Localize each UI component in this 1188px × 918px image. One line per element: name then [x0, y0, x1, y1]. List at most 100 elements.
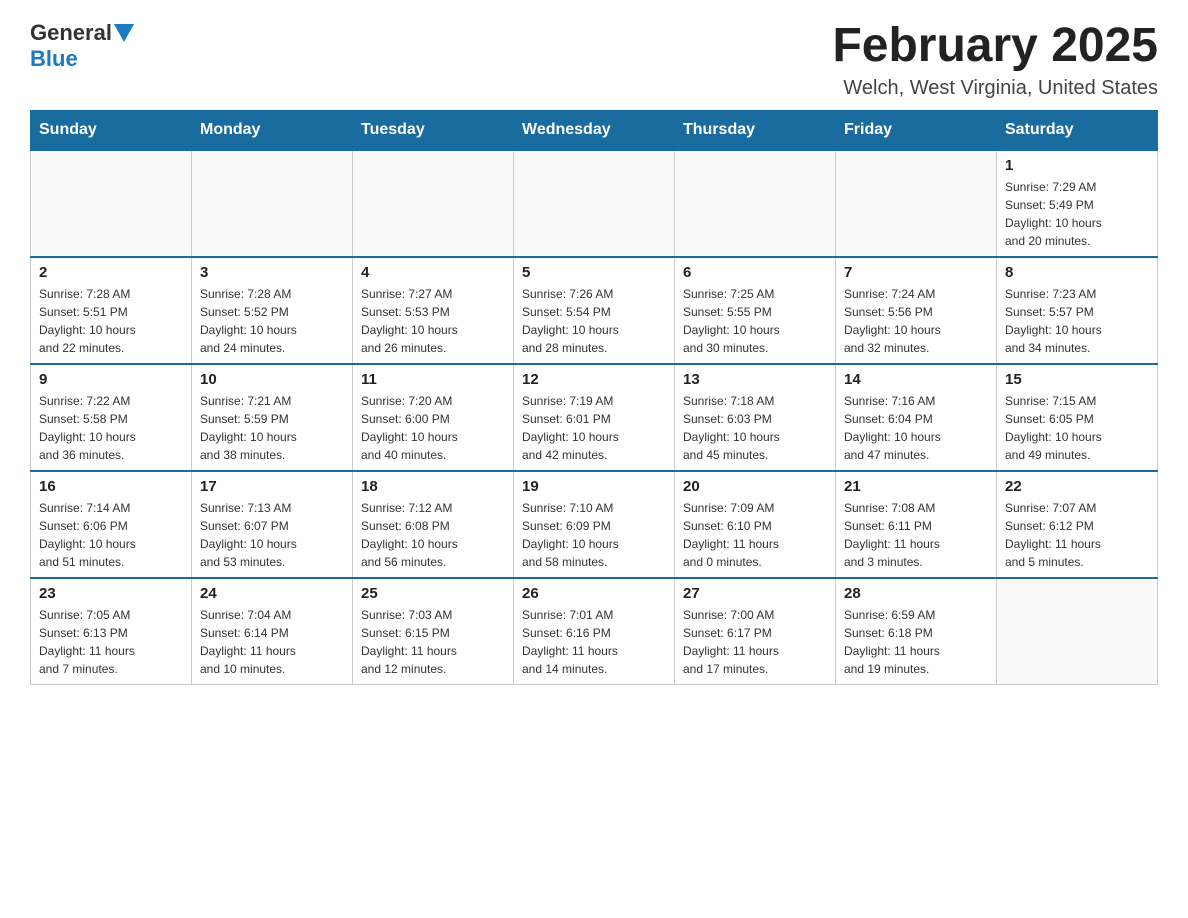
- day-number: 28: [844, 585, 988, 602]
- calendar-cell: 23Sunrise: 7:05 AMSunset: 6:13 PMDayligh…: [31, 578, 192, 685]
- calendar-cell: 10 Sunrise: 7:21 AMSunset: 5:59 PMDayligh…: [192, 364, 353, 471]
- calendar-cell: 25 Sunrise: 7:03 AMSunset: 6:15 PMDayligh…: [353, 578, 514, 685]
- day-info: Sunrise: 7:19 AMSunset: 6:01 PMDaylight:…: [522, 392, 666, 464]
- day-info: Sunrise: 7:10 AMSunset: 6:09 PMDaylight:…: [522, 499, 666, 571]
- day-info: Sunrise: 7:23 AMSunset: 5:57 PMDaylight:…: [1005, 285, 1149, 357]
- day-number: 18: [361, 478, 505, 495]
- calendar-week-row: 16 Sunrise: 7:14 AMSunset: 6:06 PMDayligh…: [31, 471, 1158, 578]
- day-info: Sunrise: 7:03 AMSunset: 6:15 PMDaylight:…: [361, 606, 505, 678]
- calendar-cell: 19 Sunrise: 7:10 AMSunset: 6:09 PMDayligh…: [514, 471, 675, 578]
- calendar-cell: 11Sunrise: 7:20 AMSunset: 6:00 PMDayligh…: [353, 364, 514, 471]
- calendar-cell: 4 Sunrise: 7:27 AMSunset: 5:53 PMDaylight…: [353, 257, 514, 364]
- logo: General Blue: [30, 20, 134, 72]
- day-info: Sunrise: 6:59 AMSunset: 6:18 PMDaylight:…: [844, 606, 988, 678]
- calendar-cell: 28 Sunrise: 6:59 AMSunset: 6:18 PMDayligh…: [836, 578, 997, 685]
- calendar-cell: 8 Sunrise: 7:23 AMSunset: 5:57 PMDaylight…: [997, 257, 1158, 364]
- calendar-cell: 7Sunrise: 7:24 AMSunset: 5:56 PMDaylight…: [836, 257, 997, 364]
- calendar-cell: 18 Sunrise: 7:12 AMSunset: 6:08 PMDayligh…: [353, 471, 514, 578]
- day-number: 5: [522, 264, 666, 281]
- calendar-cell: 26 Sunrise: 7:01 AMSunset: 6:16 PMDayligh…: [514, 578, 675, 685]
- calendar-table: SundayMondayTuesdayWednesdayThursdayFrid…: [30, 110, 1158, 685]
- day-info: Sunrise: 7:14 AMSunset: 6:06 PMDaylight:…: [39, 499, 183, 571]
- calendar-cell: 15 Sunrise: 7:15 AMSunset: 6:05 PMDayligh…: [997, 364, 1158, 471]
- calendar-cell: 6 Sunrise: 7:25 AMSunset: 5:55 PMDaylight…: [675, 257, 836, 364]
- calendar-week-row: 2 Sunrise: 7:28 AMSunset: 5:51 PMDaylight…: [31, 257, 1158, 364]
- day-number: 20: [683, 478, 827, 495]
- day-number: 19: [522, 478, 666, 495]
- day-number: 1: [1005, 157, 1149, 174]
- calendar-cell: 3Sunrise: 7:28 AMSunset: 5:52 PMDaylight…: [192, 257, 353, 364]
- calendar-cell: [192, 150, 353, 257]
- day-number: 25: [361, 585, 505, 602]
- calendar-header-sunday: Sunday: [31, 110, 192, 150]
- day-info: Sunrise: 7:12 AMSunset: 6:08 PMDaylight:…: [361, 499, 505, 571]
- day-info: Sunrise: 7:04 AMSunset: 6:14 PMDaylight:…: [200, 606, 344, 678]
- day-number: 8: [1005, 264, 1149, 281]
- calendar-cell: 22 Sunrise: 7:07 AMSunset: 6:12 PMDayligh…: [997, 471, 1158, 578]
- day-info: Sunrise: 7:22 AMSunset: 5:58 PMDaylight:…: [39, 392, 183, 464]
- calendar-header-row: SundayMondayTuesdayWednesdayThursdayFrid…: [31, 110, 1158, 150]
- calendar-cell: 13 Sunrise: 7:18 AMSunset: 6:03 PMDayligh…: [675, 364, 836, 471]
- day-number: 6: [683, 264, 827, 281]
- day-info: Sunrise: 7:26 AMSunset: 5:54 PMDaylight:…: [522, 285, 666, 357]
- title-area: February 2025 Welch, West Virginia, Unit…: [832, 20, 1158, 100]
- day-number: 16: [39, 478, 183, 495]
- day-number: 21: [844, 478, 988, 495]
- day-number: 2: [39, 264, 183, 281]
- day-info: Sunrise: 7:00 AMSunset: 6:17 PMDaylight:…: [683, 606, 827, 678]
- calendar-cell: 2 Sunrise: 7:28 AMSunset: 5:51 PMDaylight…: [31, 257, 192, 364]
- day-info: Sunrise: 7:29 AMSunset: 5:49 PMDaylight:…: [1005, 178, 1149, 250]
- day-number: 14: [844, 371, 988, 388]
- calendar-header-thursday: Thursday: [675, 110, 836, 150]
- day-info: Sunrise: 7:18 AMSunset: 6:03 PMDaylight:…: [683, 392, 827, 464]
- calendar-header-saturday: Saturday: [997, 110, 1158, 150]
- day-info: Sunrise: 7:09 AMSunset: 6:10 PMDaylight:…: [683, 499, 827, 571]
- day-info: Sunrise: 7:21 AMSunset: 5:59 PMDaylight:…: [200, 392, 344, 464]
- day-info: Sunrise: 7:08 AMSunset: 6:11 PMDaylight:…: [844, 499, 988, 571]
- logo-blue-text: Blue: [30, 46, 78, 72]
- day-number: 15: [1005, 371, 1149, 388]
- logo-arrow-icon: [114, 24, 134, 44]
- day-info: Sunrise: 7:07 AMSunset: 6:12 PMDaylight:…: [1005, 499, 1149, 571]
- calendar-cell: 12 Sunrise: 7:19 AMSunset: 6:01 PMDayligh…: [514, 364, 675, 471]
- day-info: Sunrise: 7:15 AMSunset: 6:05 PMDaylight:…: [1005, 392, 1149, 464]
- calendar-cell: [31, 150, 192, 257]
- calendar-cell: 9 Sunrise: 7:22 AMSunset: 5:58 PMDaylight…: [31, 364, 192, 471]
- day-number: 22: [1005, 478, 1149, 495]
- calendar-header-wednesday: Wednesday: [514, 110, 675, 150]
- calendar-cell: 20 Sunrise: 7:09 AMSunset: 6:10 PMDayligh…: [675, 471, 836, 578]
- day-info: Sunrise: 7:28 AMSunset: 5:51 PMDaylight:…: [39, 285, 183, 357]
- day-number: 12: [522, 371, 666, 388]
- calendar-cell: [997, 578, 1158, 685]
- calendar-cell: 24Sunrise: 7:04 AMSunset: 6:14 PMDayligh…: [192, 578, 353, 685]
- day-number: 13: [683, 371, 827, 388]
- calendar-cell: 21 Sunrise: 7:08 AMSunset: 6:11 PMDayligh…: [836, 471, 997, 578]
- calendar-cell: 17Sunrise: 7:13 AMSunset: 6:07 PMDayligh…: [192, 471, 353, 578]
- day-info: Sunrise: 7:27 AMSunset: 5:53 PMDaylight:…: [361, 285, 505, 357]
- calendar-cell: [514, 150, 675, 257]
- day-number: 26: [522, 585, 666, 602]
- day-number: 23: [39, 585, 183, 602]
- day-number: 10: [200, 371, 344, 388]
- day-number: 11: [361, 371, 505, 388]
- day-number: 27: [683, 585, 827, 602]
- calendar-week-row: 1 Sunrise: 7:29 AMSunset: 5:49 PMDaylight…: [31, 150, 1158, 257]
- calendar-week-row: 9 Sunrise: 7:22 AMSunset: 5:58 PMDaylight…: [31, 364, 1158, 471]
- logo-general-text: General: [30, 20, 112, 46]
- day-number: 9: [39, 371, 183, 388]
- calendar-cell: [353, 150, 514, 257]
- day-info: Sunrise: 7:25 AMSunset: 5:55 PMDaylight:…: [683, 285, 827, 357]
- calendar-week-row: 23Sunrise: 7:05 AMSunset: 6:13 PMDayligh…: [31, 578, 1158, 685]
- calendar-cell: [836, 150, 997, 257]
- calendar-cell: 5 Sunrise: 7:26 AMSunset: 5:54 PMDaylight…: [514, 257, 675, 364]
- day-info: Sunrise: 7:01 AMSunset: 6:16 PMDaylight:…: [522, 606, 666, 678]
- calendar-header-friday: Friday: [836, 110, 997, 150]
- day-number: 17: [200, 478, 344, 495]
- day-number: 3: [200, 264, 344, 281]
- month-title: February 2025: [832, 20, 1158, 73]
- calendar-header-tuesday: Tuesday: [353, 110, 514, 150]
- day-number: 4: [361, 264, 505, 281]
- calendar-cell: 1 Sunrise: 7:29 AMSunset: 5:49 PMDaylight…: [997, 150, 1158, 257]
- location-subtitle: Welch, West Virginia, United States: [832, 77, 1158, 100]
- day-info: Sunrise: 7:24 AMSunset: 5:56 PMDaylight:…: [844, 285, 988, 357]
